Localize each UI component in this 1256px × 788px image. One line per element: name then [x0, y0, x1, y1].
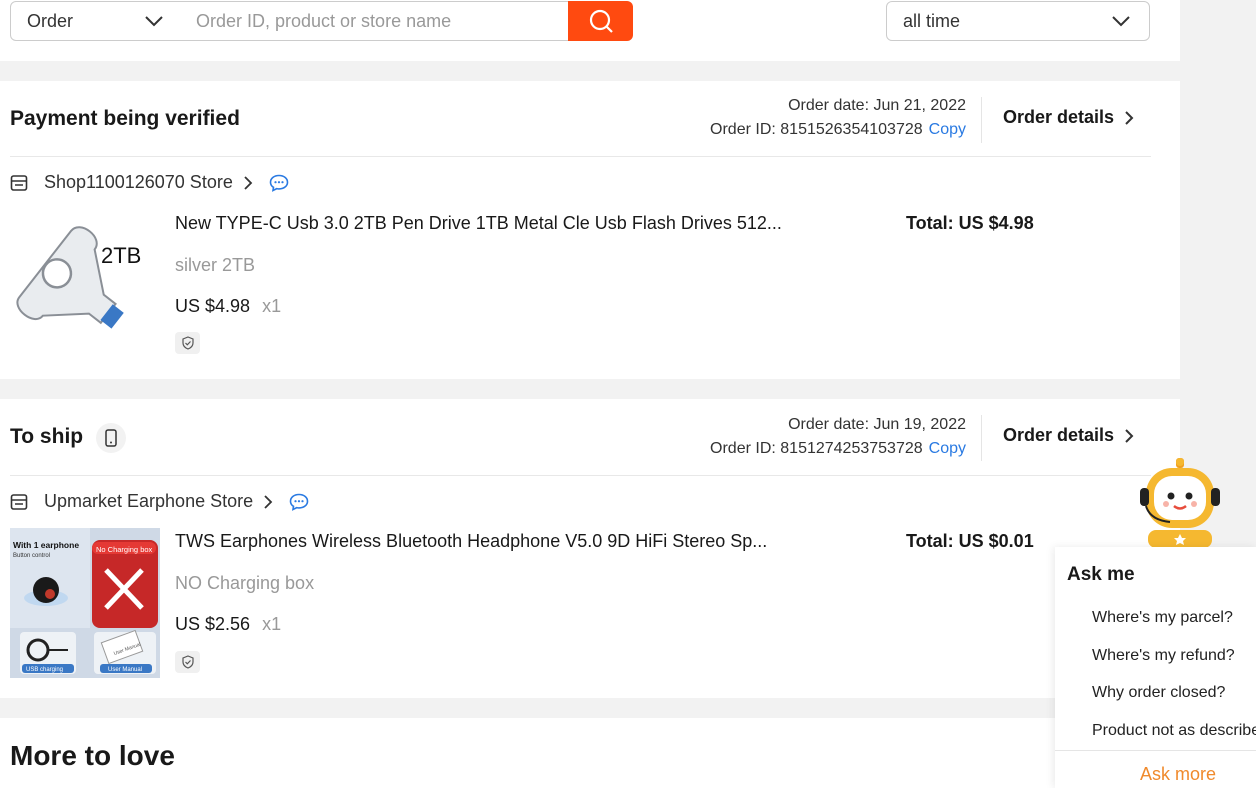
assistant-robot-icon[interactable] [1140, 458, 1220, 548]
order-type-select[interactable]: Order [10, 1, 181, 41]
chevron-down-icon [145, 16, 163, 27]
filter-bar: Order all time [0, 0, 1180, 61]
ask-question[interactable]: Where's my refund? [1092, 647, 1235, 665]
chevron-right-icon[interactable] [243, 175, 253, 191]
product-price: US $2.56 x1 [175, 614, 281, 635]
order-id-row: Order ID: 8151274253753728 Copy [710, 437, 966, 461]
thumb-text: User Manual [108, 667, 142, 673]
copy-button[interactable]: Copy [929, 440, 966, 457]
buyer-protection-badge[interactable] [175, 651, 200, 673]
store-icon [10, 174, 28, 191]
shield-icon [181, 336, 194, 350]
store-name-link[interactable]: Upmarket Earphone Store [44, 491, 253, 512]
time-range-value: all time [903, 10, 961, 31]
order-details-label: Order details [1003, 107, 1115, 127]
order-type-value: Order [27, 10, 74, 31]
divider [10, 156, 1151, 157]
product-title-link[interactable]: New TYPE-C Usb 3.0 2TB Pen Drive 1TB Met… [175, 213, 782, 234]
quantity: x1 [262, 296, 282, 316]
store-name-link[interactable]: Shop1100126070 Store [44, 172, 233, 193]
divider [10, 475, 1151, 476]
order-status: Payment being verified [10, 107, 240, 130]
chevron-right-icon[interactable] [263, 494, 273, 510]
thumb-text: Button control [13, 553, 50, 559]
product-variant: silver 2TB [175, 255, 256, 275]
store-row: Upmarket Earphone Store [10, 491, 309, 512]
product-thumbnail[interactable]: 2TB [10, 211, 160, 361]
search-button[interactable] [568, 1, 633, 41]
thumb-label: 2TB [101, 243, 141, 268]
product-title-link[interactable]: TWS Earphones Wireless Bluetooth Headpho… [175, 531, 767, 552]
buyer-protection-badge[interactable] [175, 332, 200, 354]
phone-icon[interactable] [96, 423, 126, 453]
product-variant: NO Charging box [175, 573, 315, 593]
ask-question[interactable]: Where's my parcel? [1092, 609, 1233, 627]
chevron-right-icon [1125, 110, 1134, 125]
order-id: Order ID: 8151526354103728 [710, 121, 923, 138]
order-id-row: Order ID: 8151526354103728 Copy [710, 118, 966, 142]
product-price: US $4.98 x1 [175, 296, 281, 317]
chat-icon[interactable] [269, 174, 289, 192]
thumb-text: No Charging box [96, 545, 153, 554]
order-total: Total: US $4.98 [906, 213, 1034, 233]
orders-page: Order all time Payment being verified Or… [0, 0, 1180, 788]
order-meta: Order date: Jun 21, 2022 Order ID: 81515… [710, 94, 966, 142]
order-total: Total: US $0.01 [906, 531, 1034, 551]
product-thumbnail[interactable]: With 1 earphone Button control No Chargi… [10, 528, 160, 678]
chevron-right-icon [1125, 428, 1134, 443]
chat-icon[interactable] [289, 493, 309, 511]
copy-button[interactable]: Copy [929, 121, 966, 138]
store-row: Shop1100126070 Store [10, 172, 289, 193]
order-id: Order ID: 8151274253753728 [710, 440, 923, 457]
order-card: Payment being verified Order date: Jun 2… [0, 81, 1180, 379]
unit-price: US $2.56 [175, 614, 251, 634]
order-details-link[interactable]: Order details [1003, 425, 1134, 446]
divider [981, 97, 982, 143]
store-icon [10, 493, 28, 510]
ask-more-button[interactable]: Ask more [1140, 764, 1216, 785]
more-to-love-section: More to love [0, 718, 1180, 788]
shield-icon [181, 655, 194, 669]
chevron-down-icon [1112, 16, 1130, 27]
ask-title: Ask me [1067, 564, 1135, 585]
search-icon [589, 9, 613, 33]
usb-drive-image: 2TB [10, 211, 160, 361]
ask-question[interactable]: Product not as described [1092, 722, 1256, 740]
ask-question[interactable]: Why order closed? [1092, 684, 1225, 702]
section-title: More to love [10, 740, 175, 771]
order-details-label: Order details [1003, 425, 1115, 445]
earphone-image: With 1 earphone Button control No Chargi… [10, 528, 160, 678]
order-date: Order date: Jun 19, 2022 [788, 416, 966, 433]
thumb-text: With 1 earphone [13, 540, 79, 550]
quantity: x1 [262, 614, 282, 634]
order-card: To ship Order date: Jun 19, 2022 Order I… [0, 399, 1180, 698]
order-status: To ship [10, 425, 84, 448]
divider [981, 415, 982, 461]
search-input[interactable] [180, 1, 570, 41]
unit-price: US $4.98 [175, 296, 251, 316]
order-date: Order date: Jun 21, 2022 [788, 97, 966, 114]
order-details-link[interactable]: Order details [1003, 107, 1134, 128]
order-meta: Order date: Jun 19, 2022 Order ID: 81512… [710, 413, 966, 461]
thumb-text: USB charging [26, 667, 63, 673]
ask-me-panel: Ask me Where's my parcel? Where's my ref… [1055, 547, 1256, 788]
time-range-select[interactable]: all time [886, 1, 1150, 41]
divider [1055, 750, 1256, 751]
